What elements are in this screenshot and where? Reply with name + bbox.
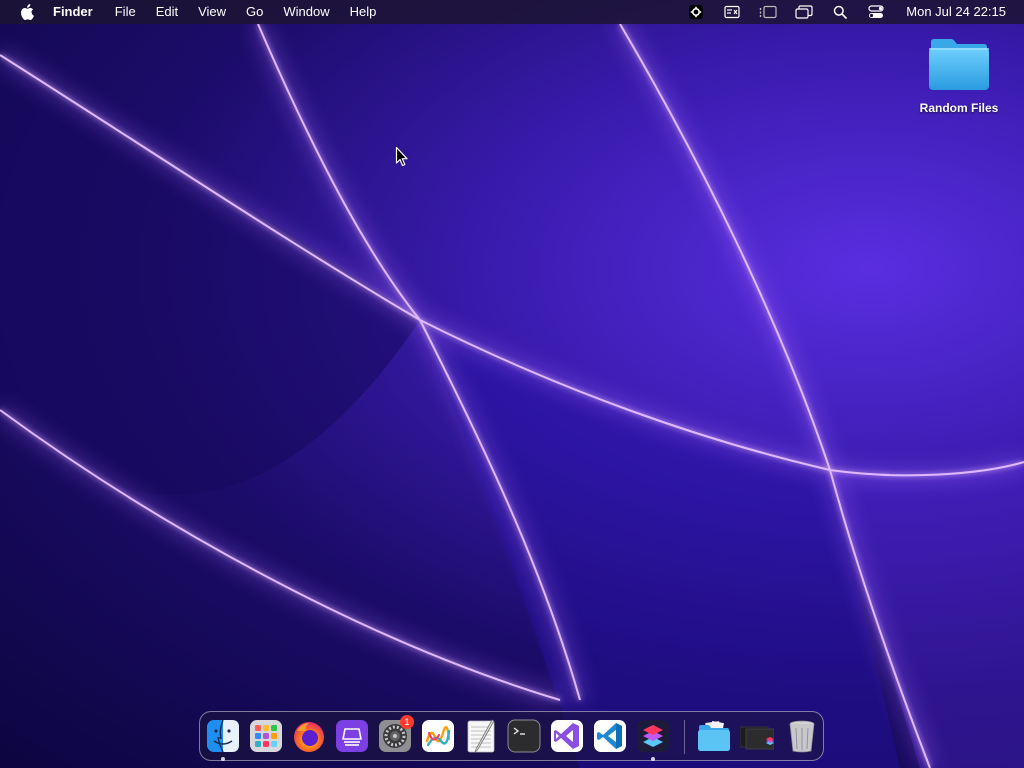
dock-app-system-settings[interactable]: 1 [378, 715, 414, 753]
dock-app-visual-studio[interactable] [550, 719, 584, 753]
menu-help[interactable]: Help [340, 0, 387, 24]
apple-menu-icon[interactable] [18, 0, 36, 24]
textedit-icon [467, 719, 495, 753]
dock-app-terminal[interactable] [507, 719, 541, 753]
spotlight-search-icon[interactable] [828, 0, 852, 24]
dock-app-firefox[interactable] [292, 719, 326, 753]
wallpaper [0, 21, 1024, 768]
dock-stack-folder[interactable] [697, 719, 731, 753]
screenshot-stack-icon [740, 726, 774, 750]
dock-app-textedit[interactable] [464, 719, 498, 753]
folder-stack-icon [698, 721, 730, 751]
dock-app-vscode[interactable] [593, 719, 627, 753]
menu-bar: Finder File Edit View Go Window Help Mon… [0, 0, 1024, 24]
folder-icon [929, 39, 989, 90]
keyboard-input-icon[interactable] [720, 0, 744, 24]
terminal-icon [507, 719, 541, 753]
vscode-icon [594, 720, 626, 752]
visual-studio-icon [551, 720, 583, 752]
mouse-cursor-icon [395, 146, 408, 167]
window-switcher-icon[interactable] [792, 0, 816, 24]
dock-app-launchpad[interactable] [249, 719, 283, 753]
dock: 1 [199, 711, 824, 761]
running-indicator [651, 757, 655, 761]
stage-manager-icon[interactable] [756, 0, 780, 24]
shortcuts-icon [637, 720, 669, 752]
desktop-folder-random-files[interactable]: Random Files [912, 36, 1006, 115]
menu-view[interactable]: View [188, 0, 236, 24]
menu-window[interactable]: Window [273, 0, 339, 24]
purple-stack-app-icon [336, 720, 368, 752]
gear-badge-icon[interactable] [684, 0, 708, 24]
running-indicator [221, 757, 225, 761]
menu-edit[interactable]: Edit [146, 0, 188, 24]
menu-file[interactable]: File [105, 0, 146, 24]
dock-separator [684, 720, 685, 754]
firefox-icon [294, 722, 324, 752]
dock-trash[interactable] [785, 719, 819, 753]
menu-clock[interactable]: Mon Jul 24 22:15 [894, 0, 1024, 24]
desktop[interactable]: Finder File Edit View Go Window Help Mon… [0, 0, 1024, 768]
launchpad-icon [250, 720, 282, 752]
desktop-item-label: Random Files [919, 101, 999, 115]
finder-icon [207, 719, 239, 753]
dock-app-finder[interactable] [206, 719, 240, 753]
menu-app-name[interactable]: Finder [53, 0, 103, 24]
dock-app-freeform[interactable] [421, 719, 455, 753]
dock-app-shortcuts[interactable] [636, 719, 670, 753]
dock-app-purple-stack[interactable] [335, 719, 369, 753]
dock-stack-screenshots[interactable] [740, 719, 774, 753]
freeform-icon [422, 720, 454, 752]
trash-icon [789, 720, 815, 753]
control-center-icon[interactable] [864, 0, 888, 24]
notification-badge: 1 [400, 715, 414, 729]
menu-go[interactable]: Go [236, 0, 273, 24]
